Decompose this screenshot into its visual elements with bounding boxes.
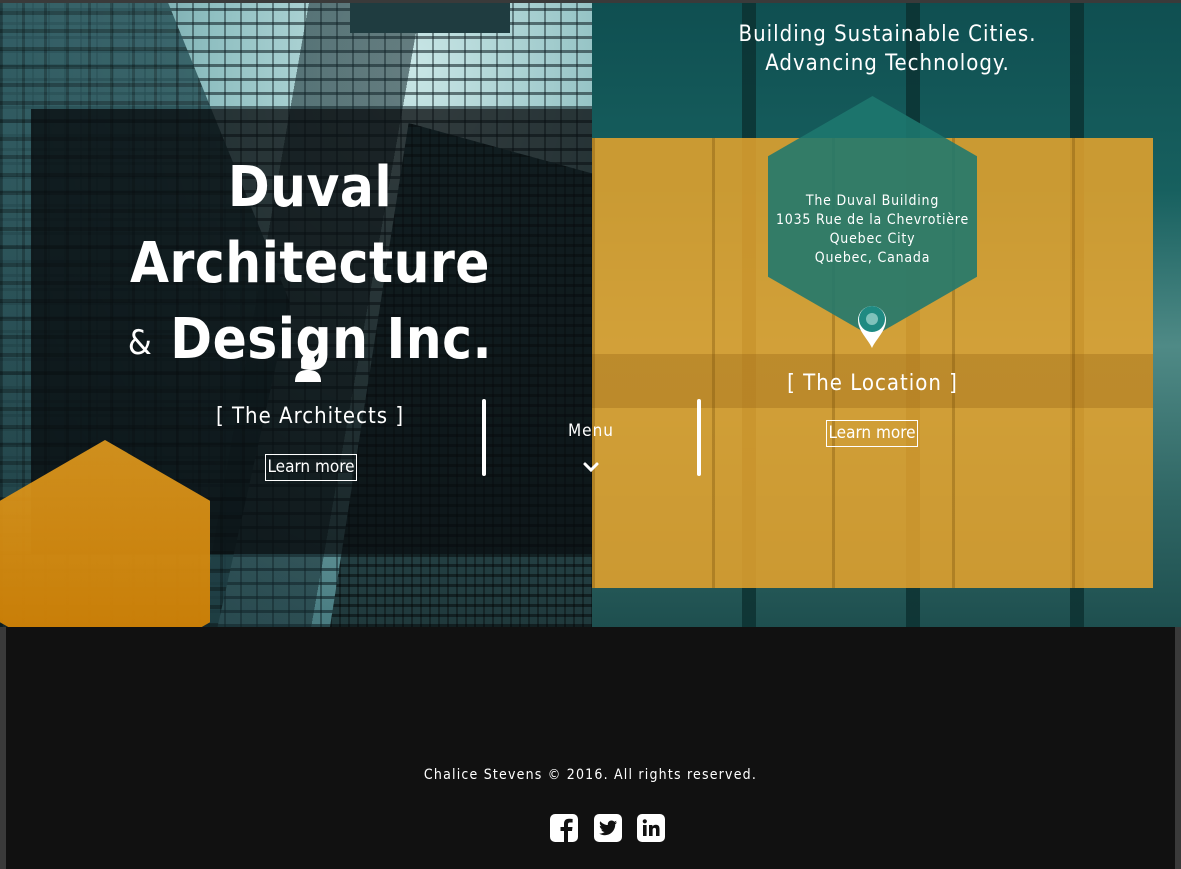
building-top [350, 3, 510, 33]
menu-button[interactable]: Menu [553, 421, 629, 441]
title-ampersand: & [127, 322, 153, 363]
tagline: Building Sustainable Cities. Advancing T… [700, 20, 1075, 78]
map-pin-icon [858, 306, 886, 348]
copyright-text: Chalice Stevens © 2016. All rights reser… [423, 767, 758, 783]
title-line-1: Duval Architecture [130, 155, 490, 296]
address-line-1: The Duval Building [805, 193, 940, 209]
page-title: Duval Architecture & Design Inc. [60, 150, 560, 381]
twitter-icon[interactable] [593, 813, 623, 843]
tagline-line-1: Building Sustainable Cities. [738, 22, 1037, 47]
address-line-4: Quebec, Canada [814, 250, 931, 266]
menu-divider-right [697, 399, 701, 476]
architects-learn-more-button[interactable]: Learn more [265, 454, 357, 481]
address-line-2: 1035 Rue de la Chevrotière [775, 212, 970, 228]
linkedin-icon[interactable] [636, 813, 666, 843]
location-learn-more-button[interactable]: Learn more [826, 420, 918, 447]
menu-divider-left [482, 399, 486, 476]
location-label: [ The Location ] [787, 371, 958, 396]
facebook-icon[interactable] [549, 813, 579, 843]
user-icon [295, 354, 321, 382]
chevron-down-icon[interactable] [582, 461, 600, 473]
tagline-line-2: Advancing Technology. [765, 51, 1010, 76]
address: The Duval Building 1035 Rue de la Chevro… [770, 192, 975, 268]
footer: Chalice Stevens © 2016. All rights reser… [6, 627, 1175, 869]
architects-label: [ The Architects ] [215, 404, 405, 429]
title-line-2-text: Design Inc. [170, 307, 493, 372]
address-line-3: Quebec City [829, 231, 916, 247]
